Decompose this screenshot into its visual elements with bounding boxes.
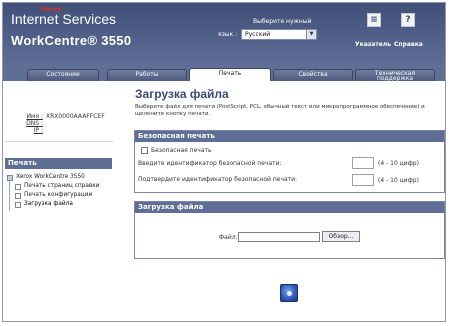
browser-page: Xerox Internet Services WorkCentre® 3550… [2,2,446,322]
tab-support[interactable]: Техническая поддержка [355,69,435,82]
enter-id-label: Введите идентификатор безопасной печати: [138,160,282,167]
device-info: Имя : XRX0000AAAFFCEF DNS : IP : [23,113,105,134]
confirm-id-hint: (4 - 10 цифр) [378,177,419,184]
device-model: WorkCentre® 3550 [11,33,132,48]
file-upload-heading: Загрузка файла [135,202,444,213]
printer-icon [7,175,13,181]
sidebar-item-config[interactable]: Печать конфигурации [15,191,100,200]
divider [5,141,113,142]
print-submit-glyph [287,291,292,296]
file-upload-panel: Загрузка файла Файл: Обзор... [134,201,445,259]
page-icon [15,184,21,190]
sidebar-item-file-upload[interactable]: Загрузка файла [15,200,100,209]
language-caption: Выберите нужный [253,18,312,25]
help-icon[interactable]: ? [401,13,415,27]
tab-bar: Состояние Работы Печать Свойства Техниче… [3,65,445,82]
name-key: Имя : [26,113,43,120]
enter-id-hint: (4 - 10 цифр) [378,160,419,167]
tab-jobs[interactable]: Работы [107,69,187,81]
page-description: Выберите файл для печати (PostScript, PC… [135,104,425,117]
secure-print-checkbox[interactable] [141,147,148,154]
page-icon [15,202,21,208]
file-path-input[interactable] [238,232,320,242]
tab-properties[interactable]: Свойства [273,69,353,81]
tab-print[interactable]: Печать [189,68,271,81]
page-title: Загрузка файла [135,87,229,101]
secure-print-panel: Безопасная печать Безопасная печать Введ… [134,130,445,193]
language-select[interactable]: Русский ▼ [241,29,317,40]
confirm-id-label: Подтвердите идентификатор безопасной печ… [138,176,298,183]
enter-id-field[interactable] [352,157,374,169]
name-value: XRX0000AAAFFCEF [46,113,105,120]
chevron-down-icon[interactable]: ▼ [306,30,316,39]
ip-key: IP : [33,127,43,134]
page-icon [15,193,21,199]
print-submit-icon[interactable] [280,284,298,302]
secure-print-heading: Безопасная печать [135,131,444,142]
secure-print-checkbox-label: Безопасная печать [151,147,212,154]
file-label: Файл: [219,234,238,241]
app-title: Internet Services [11,11,117,27]
help-link[interactable]: Справка [394,41,423,48]
sidebar-item-help-pages[interactable]: Печать страниц справки [15,182,100,191]
sidebar-heading: Печать [5,158,112,169]
dns-key: DNS : [26,120,43,127]
language-label: язык : [218,31,238,38]
language-value: Русский [245,31,271,38]
confirm-id-field[interactable] [352,174,374,186]
index-icon[interactable]: ≡ [367,13,381,27]
index-link[interactable]: Указатель [355,41,391,48]
sidebar-tree: Xerox WorkCentre 3550 Печать страниц спр… [7,173,100,209]
tab-status[interactable]: Состояние [27,69,99,81]
sidebar-root[interactable]: Xerox WorkCentre 3550 [7,173,100,182]
header-bar: Xerox Internet Services WorkCentre® 3550… [3,3,445,65]
browse-button[interactable]: Обзор... [322,231,360,242]
